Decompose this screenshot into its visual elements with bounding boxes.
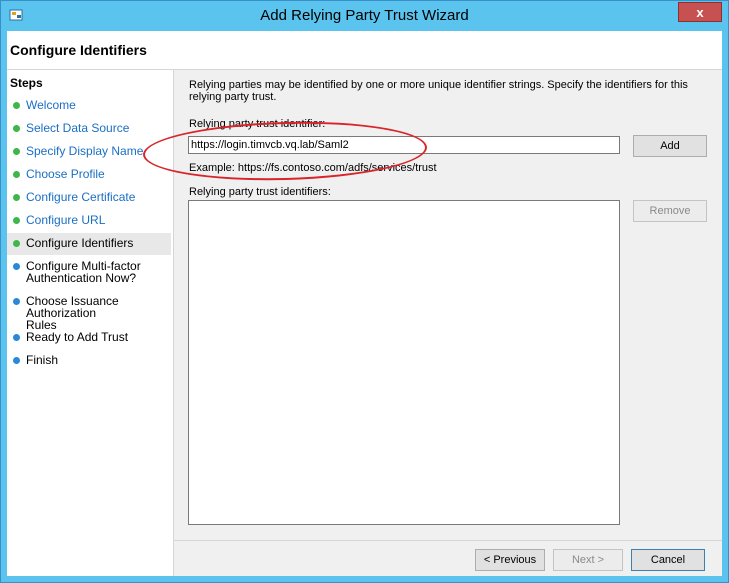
page-title: Configure Identifiers	[10, 42, 147, 58]
identifiers-list-label: Relying party trust identifiers:	[189, 186, 331, 198]
step-label: Select Data Source	[26, 121, 130, 135]
step-choose-issuance-rules: Choose Issuance Authorization Rules	[7, 294, 171, 331]
step-label: Configure URL	[26, 213, 106, 227]
step-label: Finish	[26, 353, 59, 367]
steps-title: Steps	[10, 76, 43, 90]
window-title: Add Relying Party Trust Wizard	[260, 7, 469, 24]
step-label: Configure Identifiers	[26, 236, 134, 250]
close-button[interactable]: x	[678, 2, 722, 22]
step-complete-icon	[13, 217, 20, 224]
step-pending-icon	[13, 357, 20, 364]
step-select-data-source[interactable]: Select Data Source	[7, 121, 171, 134]
step-label: Specify Display Name	[26, 144, 144, 158]
step-choose-profile[interactable]: Choose Profile	[7, 167, 171, 180]
wizard-header: Configure Identifiers	[7, 31, 722, 70]
wizard-client-area: Configure Identifiers Steps Welcome Sele…	[7, 31, 722, 576]
footer-divider	[174, 540, 722, 541]
step-configure-certificate[interactable]: Configure Certificate	[7, 190, 171, 203]
step-label: Choose Issuance Authorization Rules	[26, 294, 119, 332]
step-pending-icon	[13, 298, 20, 305]
next-button[interactable]: Next >	[553, 549, 623, 571]
step-pending-icon	[13, 334, 20, 341]
step-ready-to-add-trust: Ready to Add Trust	[7, 330, 171, 343]
cancel-button[interactable]: Cancel	[631, 549, 705, 571]
wizard-window: Add Relying Party Trust Wizard x Configu…	[0, 0, 729, 583]
previous-button[interactable]: < Previous	[475, 549, 545, 571]
step-finish: Finish	[7, 353, 171, 366]
step-complete-icon	[13, 125, 20, 132]
step-complete-icon	[13, 171, 20, 178]
add-button[interactable]: Add	[633, 135, 707, 157]
step-configure-identifiers: Configure Identifiers	[7, 233, 171, 255]
step-complete-icon	[13, 102, 20, 109]
step-label: Welcome	[26, 98, 76, 112]
remove-button[interactable]: Remove	[633, 200, 707, 222]
step-complete-icon	[13, 148, 20, 155]
step-configure-url[interactable]: Configure URL	[7, 213, 171, 226]
step-label: Configure Multi-factor Authentication No…	[26, 259, 141, 285]
step-complete-icon	[13, 240, 20, 247]
identifiers-list[interactable]	[188, 200, 620, 525]
description-text: Relying parties may be identified by one…	[189, 79, 688, 103]
step-label: Ready to Add Trust	[26, 330, 129, 344]
step-configure-mfa: Configure Multi-factor Authentication No…	[7, 259, 171, 284]
window-frame-edge	[722, 31, 728, 582]
step-label: Choose Profile	[26, 167, 105, 181]
step-label: Configure Certificate	[26, 190, 136, 204]
step-pending-icon	[13, 263, 20, 270]
step-welcome[interactable]: Welcome	[7, 98, 171, 111]
title-bar[interactable]: Add Relying Party Trust Wizard x	[1, 1, 728, 31]
step-complete-icon	[13, 194, 20, 201]
